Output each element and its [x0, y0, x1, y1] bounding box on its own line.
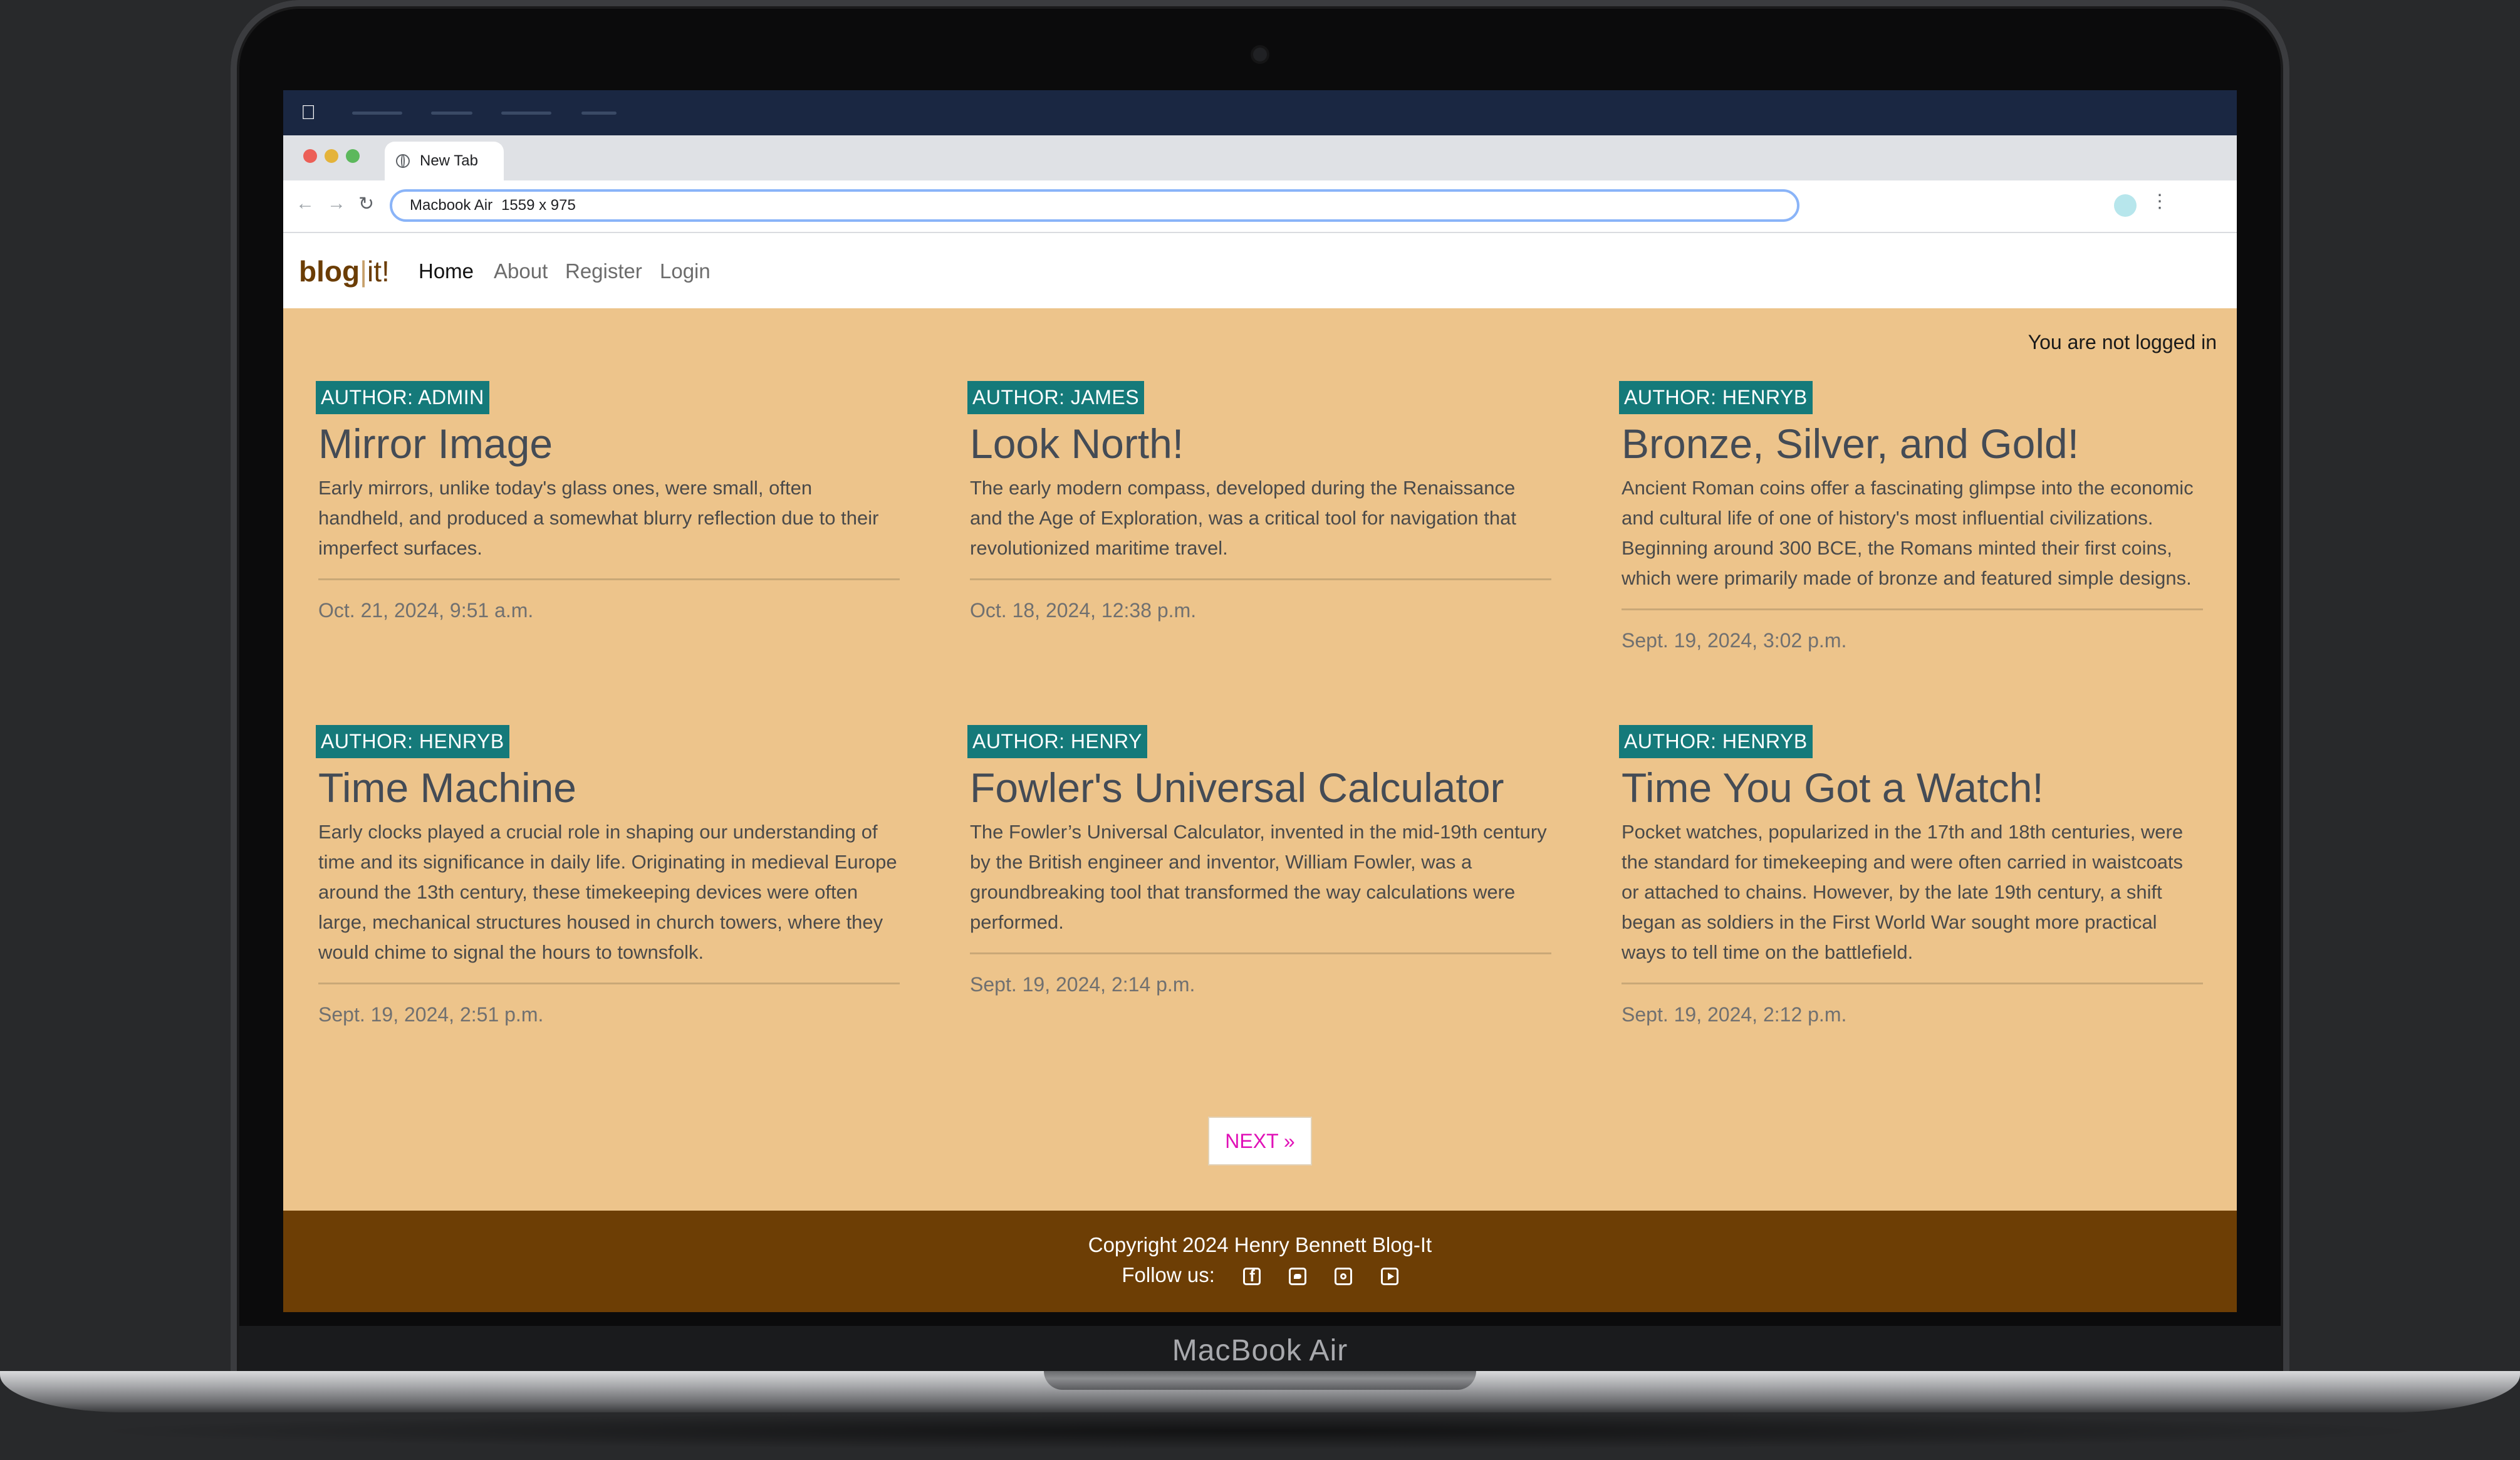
divider	[318, 578, 900, 580]
nav-login[interactable]: Login	[660, 259, 711, 283]
divider	[1622, 983, 2203, 984]
tab-title: New Tab	[420, 152, 478, 169]
post-excerpt: Pocket watches, popularized in the 17th …	[1622, 821, 2184, 963]
post-title[interactable]: Bronze, Silver, and Gold!	[1622, 419, 2203, 468]
nav-home[interactable]: Home	[419, 259, 474, 283]
post-card: AUTHOR: HENRY Fowler's Universal Calcula…	[967, 725, 1551, 996]
post-card: AUTHOR: HENRYB Time Machine Early clocks…	[316, 725, 900, 1026]
menu-item-placeholder[interactable]	[431, 112, 472, 115]
browser-tab[interactable]: New Tab	[385, 142, 504, 180]
post-date: Sept. 19, 2024, 2:12 p.m.	[1622, 1003, 1847, 1026]
author-badge[interactable]: AUTHOR: JAMES	[967, 381, 1145, 414]
menu-item-placeholder[interactable]	[352, 112, 402, 115]
close-window-button[interactable]	[303, 149, 317, 163]
footer-follow: Follow us:	[283, 1263, 2237, 1287]
footer-copyright: Copyright 2024 Henry Bennett Blog-It	[1088, 1233, 1432, 1256]
login-status: You are not logged in	[2028, 331, 2217, 353]
site-footer: Copyright 2024 Henry Bennett Blog-It Fol…	[283, 1211, 2237, 1312]
post-card: AUTHOR: HENRYB Time You Got a Watch! Poc…	[1619, 725, 2203, 1026]
post-date: Oct. 21, 2024, 9:51 a.m.	[318, 599, 534, 622]
menu-item-placeholder[interactable]	[581, 112, 617, 115]
author-badge[interactable]: AUTHOR: HENRYB	[1619, 381, 1813, 414]
minimize-window-button[interactable]	[325, 149, 338, 163]
twitter-icon[interactable]	[1289, 1268, 1307, 1286]
post-excerpt: The Fowler’s Universal Calculator, inven…	[970, 821, 1547, 933]
post-date: Sept. 19, 2024, 2:14 p.m.	[970, 973, 1195, 996]
post-excerpt: Early mirrors, unlike today's glass ones…	[318, 477, 879, 559]
follow-label: Follow us:	[1122, 1263, 1215, 1286]
device-brand-label: MacBook Air	[1172, 1334, 1348, 1367]
post-title[interactable]: Time You Got a Watch!	[1622, 763, 2203, 812]
divider	[970, 578, 1551, 580]
forward-arrow-icon[interactable]: →	[327, 193, 346, 214]
nav-about[interactable]: About	[494, 259, 548, 283]
logo-part1: blog	[299, 255, 360, 288]
post-title[interactable]: Fowler's Universal Calculator	[970, 763, 1551, 812]
laptop-notch	[1044, 1371, 1476, 1390]
macos-menubar: 	[283, 90, 2237, 135]
nav-register[interactable]: Register	[565, 259, 642, 283]
post-excerpt: Ancient Roman coins offer a fascinating …	[1622, 477, 2194, 589]
post-card: AUTHOR: ADMIN Mirror Image Early mirrors…	[316, 381, 900, 622]
post-excerpt: The early modern compass, developed duri…	[970, 477, 1516, 559]
author-badge[interactable]: AUTHOR: HENRYB	[316, 725, 509, 758]
browser-tabstrip	[283, 135, 2237, 180]
post-title[interactable]: Time Machine	[318, 763, 900, 812]
post-title[interactable]: Look North!	[970, 419, 1551, 468]
facebook-icon[interactable]	[1243, 1266, 1261, 1286]
youtube-icon[interactable]	[1380, 1268, 1398, 1286]
post-date: Sept. 19, 2024, 2:51 p.m.	[318, 1003, 544, 1026]
instagram-icon[interactable]	[1335, 1268, 1353, 1286]
post-date: Sept. 19, 2024, 3:02 p.m.	[1622, 629, 1847, 652]
menu-item-placeholder[interactable]	[501, 112, 551, 115]
post-date: Oct. 18, 2024, 12:38 p.m.	[970, 599, 1197, 622]
divider	[318, 983, 900, 984]
profile-avatar[interactable]	[2114, 194, 2137, 217]
logo-separator: |	[360, 255, 368, 288]
kebab-menu-icon[interactable]: ⋮	[2150, 190, 2169, 212]
author-badge[interactable]: AUTHOR: HENRY	[967, 725, 1147, 758]
logo-part2: it!	[367, 255, 390, 288]
screen:  New Tab ← → ↻ Macbook Air1559 x 975 ⋮ …	[283, 90, 2237, 1312]
address-bar[interactable]: Macbook Air 1559 x 975	[390, 189, 1799, 222]
site-logo[interactable]: blog|it!	[299, 254, 390, 288]
apple-icon[interactable]: 	[301, 102, 320, 123]
camera	[1253, 48, 1267, 61]
next-page-button[interactable]: NEXT »	[1208, 1117, 1312, 1165]
reload-icon[interactable]: ↻	[358, 193, 374, 215]
base-shadow	[75, 1412, 2445, 1450]
divider	[970, 952, 1551, 954]
author-badge[interactable]: AUTHOR: HENRYB	[1619, 725, 1813, 758]
divider	[1622, 608, 2203, 610]
post-card: AUTHOR: JAMES Look North! The early mode…	[967, 381, 1551, 622]
back-arrow-icon[interactable]: ←	[296, 193, 315, 214]
post-excerpt: Early clocks played a crucial role in sh…	[318, 821, 897, 963]
zoom-window-button[interactable]	[346, 149, 360, 163]
post-card: AUTHOR: HENRYB Bronze, Silver, and Gold!…	[1619, 381, 2203, 652]
author-badge[interactable]: AUTHOR: ADMIN	[316, 381, 489, 414]
address-size: 1559 x 975	[501, 197, 576, 214]
address-label: Macbook Air	[410, 197, 493, 214]
globe-icon	[396, 154, 410, 168]
post-title[interactable]: Mirror Image	[318, 419, 900, 468]
